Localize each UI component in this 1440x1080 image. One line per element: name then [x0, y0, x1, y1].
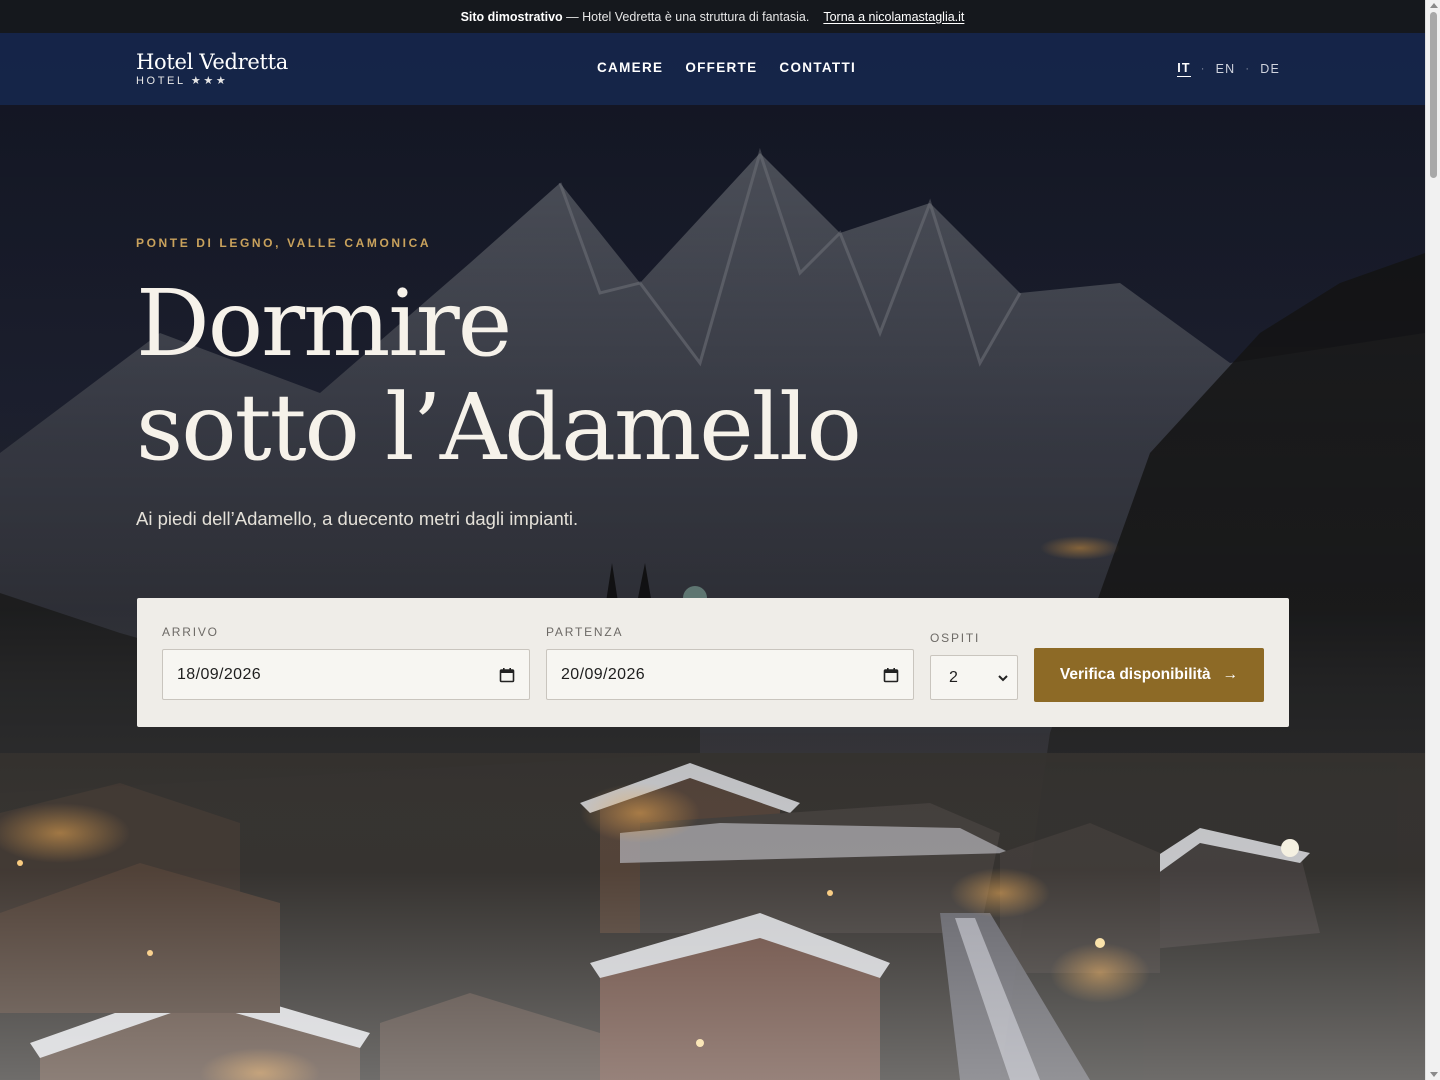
nav-offerte[interactable]: OFFERTE: [685, 60, 757, 75]
calendar-icon[interactable]: [883, 667, 899, 683]
chevron-down-icon: [998, 674, 1008, 681]
lang-separator: ·: [1200, 63, 1206, 75]
lang-it[interactable]: IT: [1177, 61, 1191, 77]
booking-form: ARRIVO 18/09/2026 PARTENZA 20/09/2026 OS…: [137, 598, 1289, 727]
departure-date-input[interactable]: 20/09/2026: [546, 649, 914, 700]
demo-notice-bar: Sito dimostrativo — Hotel Vedretta è una…: [0, 0, 1425, 33]
mountain-village-night-photo: [0, 33, 1425, 1080]
departure-date-value: 20/09/2026: [561, 665, 646, 683]
arrival-label: ARRIVO: [162, 625, 219, 639]
demo-notice-text: — Hotel Vedretta è una struttura di fant…: [566, 9, 810, 24]
guests-select[interactable]: 2: [930, 655, 1018, 700]
arrow-right-icon: →: [1222, 666, 1239, 683]
arrival-date-value: 18/09/2026: [177, 665, 262, 683]
guests-value: 2: [949, 668, 958, 686]
hero-title-line-2: sotto l’Adamello: [136, 374, 862, 481]
site-header: Hotel Vedretta HOTEL ★★★ CAMERE OFFERTE …: [0, 33, 1425, 105]
language-switcher: IT · EN · DE: [1177, 61, 1280, 77]
brand-stars: HOTEL ★★★: [136, 75, 229, 87]
hero-title-line-1: Dormire: [136, 270, 512, 377]
arrival-field: ARRIVO 18/09/2026: [162, 625, 530, 700]
back-to-portfolio-link[interactable]: Torna a nicolamastaglia.it: [823, 10, 964, 24]
hero-background: [0, 33, 1425, 1080]
hero-title: Dormire sotto l’Adamello: [136, 270, 862, 481]
brand-name: Hotel Vedretta: [136, 50, 288, 74]
nav-camere[interactable]: CAMERE: [597, 60, 663, 75]
calendar-icon[interactable]: [499, 667, 515, 683]
departure-label: PARTENZA: [546, 625, 624, 639]
scroll-thumb[interactable]: [1430, 12, 1437, 178]
guests-label: OSPITI: [930, 631, 981, 645]
check-availability-label: Verifica disponibilità: [1059, 666, 1211, 683]
lang-de[interactable]: DE: [1260, 62, 1280, 76]
hero-subtitle: Ai piedi dell’Adamello, a duecento metri…: [136, 508, 579, 529]
nav-contatti[interactable]: CONTATTI: [779, 60, 856, 75]
hero-location: PONTE DI LEGNO, VALLE CAMONICA: [136, 236, 432, 250]
demo-notice-bold: Sito dimostrativo: [460, 9, 563, 24]
departure-field: PARTENZA 20/09/2026: [546, 625, 914, 700]
brand-logo[interactable]: Hotel Vedretta HOTEL ★★★: [136, 50, 288, 87]
scroll-down-arrow-icon[interactable]: [1430, 1072, 1438, 1077]
guests-field: OSPITI 2: [930, 631, 1018, 700]
lang-separator: ·: [1245, 63, 1251, 75]
main-nav: CAMERE OFFERTE CONTATTI: [597, 60, 856, 75]
scroll-up-arrow-icon[interactable]: [1430, 3, 1438, 8]
arrival-date-input[interactable]: 18/09/2026: [162, 649, 530, 700]
check-availability-button[interactable]: Verifica disponibilità →: [1034, 648, 1264, 702]
page-scrollbar[interactable]: [1425, 0, 1440, 1080]
lang-en[interactable]: EN: [1216, 62, 1236, 76]
